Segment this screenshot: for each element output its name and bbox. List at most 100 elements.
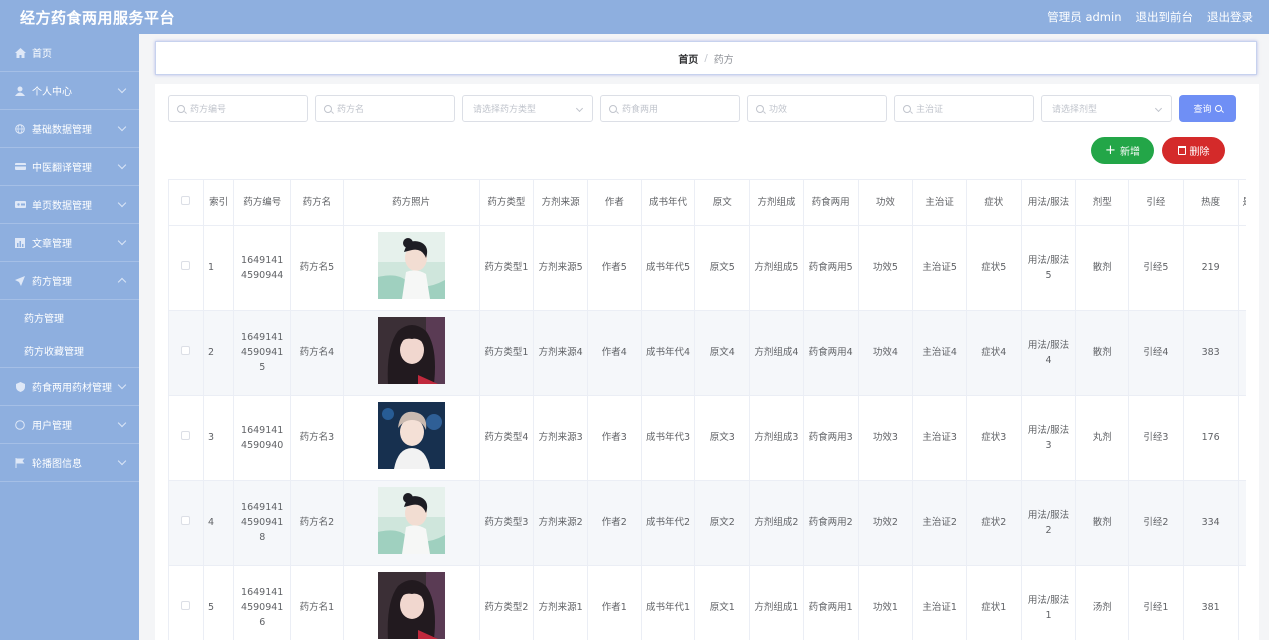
table-row[interactable]: 4 164914145909418 药方名2 药方类型3 方剂来源2 作者2 成书年代2 原文… [169,480,1246,566]
cell-text: 原文3 [694,395,751,481]
sidebar-item-basic-data[interactable]: 基础数据管理 [0,110,139,148]
row-select-cell[interactable] [169,480,204,566]
row-select-cell[interactable] [169,395,204,481]
select-all-cell[interactable] [169,180,204,226]
delete-button[interactable]: 删除 [1162,137,1225,164]
chevron-down-icon [117,122,127,132]
prescription-name-input[interactable]: 药方名 [315,95,455,122]
sidebar-item-users[interactable]: 用户管理 [0,406,139,444]
cell-name: 药方名1 [290,565,344,640]
cell-source: 方剂来源2 [533,480,588,566]
row-checkbox[interactable] [181,346,191,355]
sidebar-item-label: 单页数据管理 [32,201,92,212]
sidebar-item-articles[interactable]: 文章管理 [0,224,139,262]
column-header: 剂型 [1075,180,1130,226]
to-frontend-link[interactable]: 退出到前台 [1136,9,1194,25]
globe-icon [14,123,26,135]
chevron-down-icon [117,380,127,390]
sidebar-item-tcm-translation[interactable]: 中医翻译管理 [0,148,139,186]
table-row[interactable]: 1 16491414590944 药方名5 药方类型1 方剂来源5 作者5 成书年代5 原文5… [169,225,1246,311]
row-checkbox[interactable] [181,261,191,270]
prescription-photo [377,231,445,299]
dosage-form-select[interactable]: 请选择剂型 [1041,95,1172,122]
row-select-cell[interactable] [169,225,204,311]
sidebar-item-home[interactable]: 首页 [0,34,139,72]
table-row[interactable]: 5 164914145909416 药方名1 药方类型2 方剂来源1 作者1 成书年代1 原文… [169,565,1246,640]
dual-use-input[interactable]: 药食两用 [600,95,740,122]
cell-code: 16491414590940 [233,395,292,481]
logout-link[interactable]: 退出登录 [1207,9,1253,25]
admin-label: 管理员 admin [1047,10,1122,24]
column-header: 药方照片 [343,180,480,226]
cell-usage: 用法/服法5 [1021,225,1077,311]
cell-type: 药方类型1 [479,310,535,396]
cell-symptom: 症状4 [966,310,1022,396]
cell-author: 作者1 [587,565,642,640]
indication-input[interactable]: 主治证 [894,95,1034,122]
cell-form: 散剂 [1075,480,1130,566]
table-row[interactable]: 3 16491414590940 药方名3 药方类型4 方剂来源3 作者3 成书年代3 原文3… [169,395,1246,481]
cell-guide: 引经5 [1128,225,1184,311]
column-header: 引经 [1128,180,1184,226]
cell-code: 164914145909416 [233,565,292,640]
prescription-code-input[interactable]: 药方编号 [168,95,308,122]
cell-symptom: 症状3 [966,395,1022,481]
effect-input[interactable]: 功效 [747,95,887,122]
column-header: 作者 [587,180,642,226]
query-button[interactable]: 查询 [1179,95,1236,122]
sidebar-item-profile[interactable]: 个人中心 [0,72,139,110]
cell-usage: 用法/服法2 [1021,480,1077,566]
sidebar-item-label: 基础数据管理 [32,125,92,136]
cell-dual: 药食两用5 [803,225,859,311]
cell-indic: 主治证4 [912,310,967,396]
placeholder-text: 药食两用 [622,105,659,115]
cell-source: 方剂来源4 [533,310,588,396]
cell-source: 方剂来源3 [533,395,588,481]
cell-text: 原文1 [694,565,751,640]
submenu-item-prescription-manage[interactable]: 药方管理 [0,300,139,334]
select-all-checkbox[interactable] [181,195,191,205]
sidebar-item-label: 药方管理 [32,277,72,288]
breadcrumb-home[interactable]: 首页 [678,51,698,66]
placeholder-text: 请选择药方类型 [473,105,537,115]
row-checkbox[interactable] [181,601,191,610]
cell-indic: 主治证2 [912,480,967,566]
column-header: 热度 [1183,180,1239,226]
cell-code: 164914145909415 [233,310,292,396]
cell-comp: 方剂组成4 [749,310,804,396]
cell-symptom: 症状2 [966,480,1022,566]
chevron-down-icon [1154,104,1163,113]
column-header: 是 [1238,180,1246,226]
cell-comp: 方剂组成1 [749,565,804,640]
cell-heat: 219 [1183,225,1239,311]
query-label: 查询 [1193,105,1212,115]
row-checkbox[interactable] [181,516,191,525]
trash-icon [1177,146,1186,155]
user-icon [14,85,26,97]
placeholder-text: 请选择剂型 [1052,105,1098,115]
table-row[interactable]: 2 164914145909415 药方名4 药方类型1 方剂来源4 作者4 成书年代4 原文… [169,310,1246,396]
placeholder-text: 药方名 [337,105,365,115]
cell-form: 汤剂 [1075,565,1130,640]
row-select-cell[interactable] [169,310,204,396]
cell-era: 成书年代4 [641,310,696,396]
cell-text: 原文4 [694,310,751,396]
row-select-cell[interactable] [169,565,204,640]
row-checkbox[interactable] [181,431,191,440]
cell-comp: 方剂组成3 [749,395,804,481]
submenu-item-label: 药方收藏管理 [24,347,84,358]
cell-type: 药方类型2 [479,565,535,640]
submenu-item-prescription-favorites[interactable]: 药方收藏管理 [0,334,139,368]
prescription-type-select[interactable]: 请选择药方类型 [462,95,593,122]
sidebar-item-prescriptions[interactable]: 药方管理 [0,262,139,300]
sidebar-item-dual-use-herbs[interactable]: 药食两用药材管理 [0,368,139,406]
add-button[interactable]: + 新增 [1091,137,1154,164]
add-label: 新增 [1119,147,1140,158]
sidebar-item-single-page[interactable]: 单页数据管理 [0,186,139,224]
cell-overflow [1238,395,1246,481]
breadcrumb-current: 药方 [713,54,734,66]
sidebar-item-carousel[interactable]: 轮播图信息 [0,444,139,482]
cell-effect: 功效5 [858,225,914,311]
search-icon [903,104,911,113]
circle-icon [14,419,26,431]
